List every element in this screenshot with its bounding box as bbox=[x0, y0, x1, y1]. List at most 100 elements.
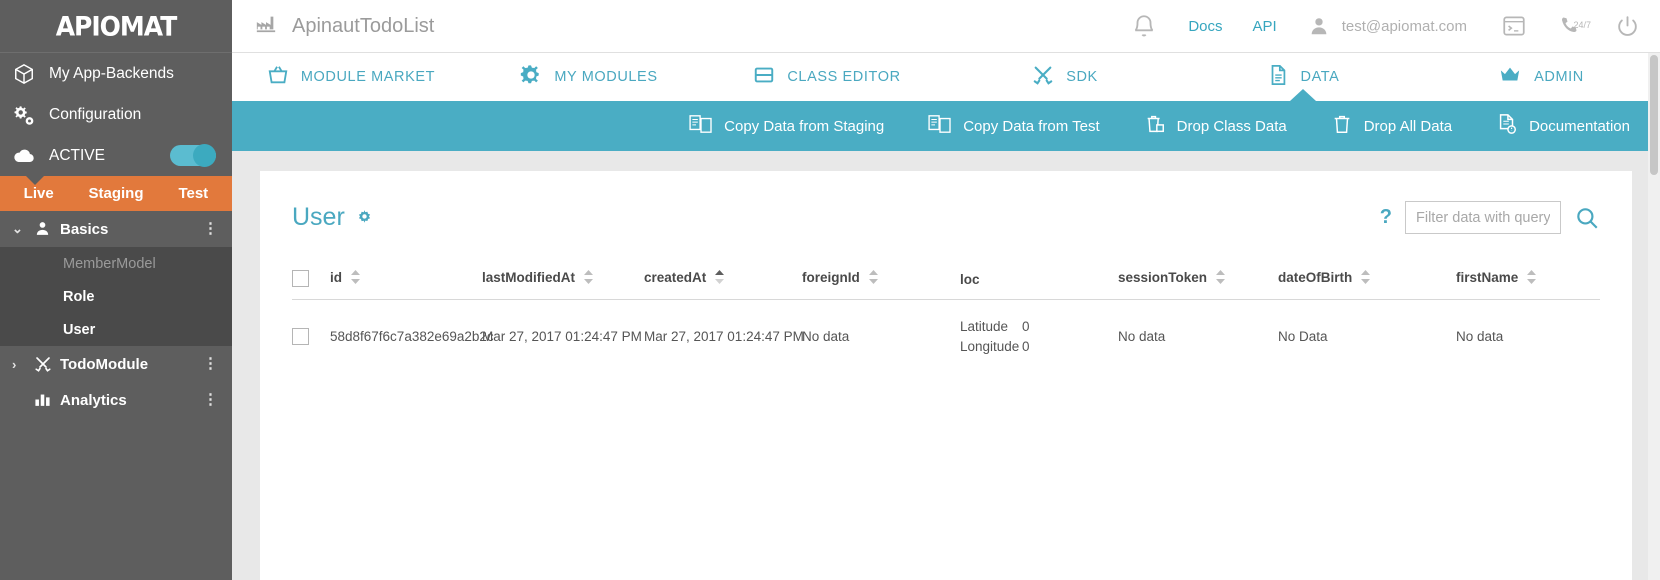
user-icon bbox=[34, 220, 52, 238]
tree-node-todomodule[interactable]: › TodoModule ⋮ bbox=[0, 346, 232, 382]
th-foreignid[interactable]: foreignId bbox=[802, 270, 960, 300]
sort-icon[interactable] bbox=[583, 270, 593, 287]
user-email[interactable]: test@apiomat.com bbox=[1342, 18, 1485, 35]
phone-24-7-icon[interactable]: 24/7 bbox=[1543, 14, 1599, 38]
tree-node-label: Analytics bbox=[60, 391, 127, 409]
sort-icon[interactable] bbox=[1215, 270, 1225, 287]
tab-data[interactable]: DATA bbox=[1184, 53, 1422, 101]
gear-icon bbox=[520, 64, 542, 90]
top-bar: ApinautTodoList Docs API test@apiomat.co… bbox=[232, 0, 1660, 53]
user-avatar-icon[interactable] bbox=[1292, 15, 1342, 37]
tree-leaf-membermodel[interactable]: MemberModel bbox=[0, 247, 232, 280]
tree-leaf-user[interactable]: User bbox=[0, 313, 232, 346]
active-tab-caret bbox=[1290, 89, 1316, 101]
sidebar-item-configuration[interactable]: Configuration bbox=[0, 94, 232, 135]
sort-icon[interactable] bbox=[1361, 270, 1371, 287]
action-label: Drop Class Data bbox=[1176, 117, 1287, 135]
kebab-menu-icon[interactable]: ⋮ bbox=[203, 221, 218, 236]
vertical-scrollbar[interactable] bbox=[1648, 53, 1660, 580]
tab-module-market[interactable]: MODULE MARKET bbox=[232, 53, 470, 101]
table-head: id lastModifiedAt createdAt foreignId lo… bbox=[292, 270, 1600, 300]
cell-id: 58d8f67f6c7a382e69a2b2c bbox=[330, 299, 494, 375]
cell-createdat: Mar 27, 2017 01:24:47 PM bbox=[644, 299, 804, 375]
th-createdat[interactable]: createdAt bbox=[644, 270, 802, 300]
table-row[interactable]: 58d8f67f6c7a382e69a2b2c Mar 27, 2017 01:… bbox=[292, 299, 1600, 375]
docs-link[interactable]: Docs bbox=[1173, 18, 1237, 35]
latitude-value: 0 bbox=[1022, 319, 1030, 334]
app-root: APIOMAT My App-Backends Configuration AC… bbox=[0, 0, 1660, 580]
copy-data-from-test-button[interactable]: Copy Data from Test bbox=[906, 114, 1121, 138]
th-dateofbirth[interactable]: dateOfBirth bbox=[1278, 270, 1456, 300]
sidebar-item-active-status[interactable]: ACTIVE bbox=[0, 135, 232, 176]
data-action-bar: Copy Data from Staging Copy Data from Te… bbox=[232, 101, 1660, 151]
settings-gear-icon[interactable] bbox=[356, 209, 373, 226]
logo[interactable]: APIOMAT bbox=[0, 0, 232, 53]
chevron-right-icon[interactable]: › bbox=[12, 357, 26, 372]
row-checkbox[interactable] bbox=[292, 328, 309, 346]
env-test[interactable]: Test bbox=[155, 176, 232, 211]
query-help-icon[interactable]: ? bbox=[1380, 206, 1392, 229]
drop-class-data-button[interactable]: Drop Class Data bbox=[1122, 113, 1309, 139]
th-firstname[interactable]: firstName bbox=[1456, 270, 1600, 300]
scrollbar-thumb[interactable] bbox=[1650, 55, 1658, 175]
terminal-icon[interactable] bbox=[1485, 13, 1543, 39]
basket-icon bbox=[267, 64, 289, 90]
env-label: Test bbox=[178, 185, 209, 202]
tab-class-editor[interactable]: CLASS EDITOR bbox=[708, 53, 946, 101]
sort-icon-active[interactable] bbox=[715, 270, 725, 287]
th-id[interactable]: id bbox=[330, 270, 482, 300]
sort-icon[interactable] bbox=[350, 270, 360, 287]
documentation-button[interactable]: Documentation bbox=[1474, 113, 1652, 139]
column-label: dateOfBirth bbox=[1278, 270, 1353, 286]
tab-admin[interactable]: ADMIN bbox=[1422, 53, 1660, 101]
th-sessiontoken[interactable]: sessionToken bbox=[1118, 270, 1278, 300]
env-live[interactable]: Live bbox=[0, 176, 77, 211]
table-header-row: id lastModifiedAt createdAt foreignId lo… bbox=[292, 270, 1600, 300]
tree-node-analytics[interactable]: Analytics ⋮ bbox=[0, 382, 232, 418]
kebab-menu-icon[interactable]: ⋮ bbox=[203, 392, 218, 407]
tools-icon bbox=[1032, 64, 1054, 90]
tab-sdk[interactable]: SDK bbox=[946, 53, 1184, 101]
env-label: Staging bbox=[88, 185, 144, 202]
search-icon[interactable] bbox=[1574, 205, 1600, 231]
longitude-value: 0 bbox=[1022, 338, 1030, 354]
latitude-label: Latitude bbox=[960, 319, 1009, 334]
tab-label: MODULE MARKET bbox=[300, 69, 436, 85]
tree-leaf-role[interactable]: Role bbox=[0, 280, 232, 313]
search-input[interactable] bbox=[1405, 201, 1561, 234]
app-title-group[interactable]: ApinautTodoList bbox=[254, 12, 434, 40]
module-tree: ⌄ Basics ⋮ MemberModel Role User › TodoM… bbox=[0, 211, 232, 418]
drop-all-data-button[interactable]: Drop All Data bbox=[1309, 113, 1474, 139]
action-label: Copy Data from Staging bbox=[724, 117, 885, 135]
api-link[interactable]: API bbox=[1238, 18, 1292, 35]
sidebar-item-my-app-backends[interactable]: My App-Backends bbox=[0, 53, 232, 94]
top-bar-right: Docs API test@apiomat.com 24/7 bbox=[1115, 13, 1646, 39]
copy-docs-icon bbox=[928, 114, 952, 138]
search-group: ? bbox=[1380, 201, 1600, 234]
loc-values: 0 0 bbox=[1022, 317, 1062, 356]
power-icon[interactable] bbox=[1599, 14, 1646, 39]
sort-icon[interactable] bbox=[868, 270, 878, 287]
card-header: User ? bbox=[292, 201, 1600, 234]
copy-data-from-staging-button[interactable]: Copy Data from Staging bbox=[667, 114, 906, 138]
tree-leaf-label: User bbox=[63, 321, 96, 338]
th-lastmodifiedat[interactable]: lastModifiedAt bbox=[482, 270, 644, 300]
data-card: User ? Filter data with query id lastMod… bbox=[260, 171, 1632, 580]
kebab-menu-icon[interactable]: ⋮ bbox=[203, 356, 218, 371]
trash-class-icon bbox=[1144, 113, 1166, 139]
chevron-down-icon[interactable]: ⌄ bbox=[12, 221, 26, 237]
tab-my-modules[interactable]: MY MODULES bbox=[470, 53, 708, 101]
content-area: User ? Filter data with query id lastMod… bbox=[232, 151, 1660, 580]
active-toggle[interactable] bbox=[170, 144, 216, 167]
tree-node-basics[interactable]: ⌄ Basics ⋮ bbox=[0, 211, 232, 247]
tree-children-basics: MemberModel Role User bbox=[0, 247, 232, 346]
sort-icon[interactable] bbox=[1527, 270, 1537, 287]
env-staging[interactable]: Staging bbox=[77, 176, 154, 211]
crown-icon bbox=[1498, 64, 1522, 90]
select-all-checkbox[interactable] bbox=[292, 270, 309, 287]
data-table: id lastModifiedAt createdAt foreignId lo… bbox=[292, 270, 1600, 375]
chart-icon bbox=[34, 391, 52, 409]
bell-icon[interactable] bbox=[1115, 13, 1173, 39]
page-title: User bbox=[292, 203, 345, 231]
tab-label: CLASS EDITOR bbox=[787, 69, 901, 85]
